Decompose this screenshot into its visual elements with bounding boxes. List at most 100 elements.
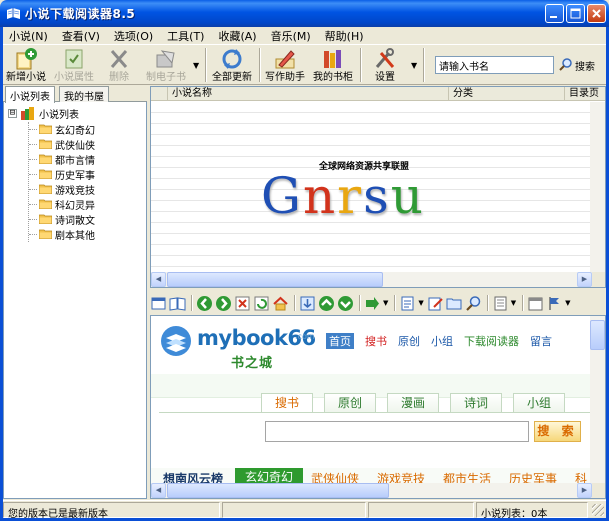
tree-item-scifi[interactable]: 科幻灵异 xyxy=(29,197,95,212)
nav-download-reader[interactable]: 下载阅读器 xyxy=(464,333,519,349)
bookmark-dropdown-arrow-icon[interactable]: ▼ xyxy=(383,299,388,307)
toolbar-separator xyxy=(259,48,261,82)
minimize-button[interactable] xyxy=(545,4,564,23)
open-folder-icon[interactable] xyxy=(446,295,463,312)
delete-button[interactable]: 删除 xyxy=(101,47,137,84)
flag-dropdown-arrow-icon[interactable]: ▼ xyxy=(565,299,570,307)
new-novel-label: 新增小说 xyxy=(6,72,46,83)
web-vscroll-thumb[interactable] xyxy=(590,320,605,350)
settings-label: 设置 xyxy=(375,72,395,83)
flag-icon[interactable] xyxy=(546,295,563,312)
mybook66-logo[interactable]: mybook66 .com 书之城 xyxy=(159,322,329,371)
home-icon[interactable] xyxy=(272,295,289,312)
bookmark-arrow-icon[interactable] xyxy=(364,295,381,312)
left-panel: 小说列表 我的书屋 ⊟ 小说列表 玄幻奇幻 武侠仙侠 都市言情 历史军事 游戏竞… xyxy=(3,86,147,499)
tree-collapse-toggle-icon[interactable]: ⊟ xyxy=(8,108,17,118)
new-novel-button[interactable]: 新增小说 xyxy=(3,47,49,84)
nav-groups[interactable]: 小组 xyxy=(431,333,453,349)
calendar-icon[interactable] xyxy=(527,295,544,312)
download-page-icon[interactable] xyxy=(299,295,316,312)
tree-item-fantasy[interactable]: 玄幻奇幻 xyxy=(29,122,95,137)
make-ebook-button[interactable]: 制电子书 xyxy=(143,47,189,84)
web-scroll-left-arrow-icon[interactable]: ◀ xyxy=(151,483,166,498)
resize-grip-icon[interactable] xyxy=(592,504,604,516)
ebook-dropdown-arrow-icon[interactable]: ▼ xyxy=(193,61,201,70)
refresh-page-icon[interactable] xyxy=(253,295,270,312)
list-vertical-scrollbar[interactable] xyxy=(590,102,605,273)
column-header-toc-page[interactable]: 目录页 xyxy=(565,87,605,101)
menu-tools[interactable]: 工具(T) xyxy=(163,28,208,44)
new-doc-icon[interactable] xyxy=(399,295,416,312)
menu-music[interactable]: 音乐(M) xyxy=(267,28,315,44)
writing-assistant-button[interactable]: 写作助手 xyxy=(262,47,308,84)
web-scroll-right-arrow-icon[interactable]: ▶ xyxy=(577,483,592,498)
web-hscroll-thumb[interactable] xyxy=(167,483,389,498)
tree-item-scripts-other[interactable]: 剧本其他 xyxy=(29,227,95,242)
forward-arrow-icon[interactable] xyxy=(215,295,232,312)
nav-guestbook[interactable]: 留言 xyxy=(530,333,552,349)
tab-my-library[interactable]: 我的书屋 xyxy=(59,86,109,103)
tree-item-gaming[interactable]: 游戏竞技 xyxy=(29,182,95,197)
menu-favorites[interactable]: 收藏(A) xyxy=(214,28,260,44)
maximize-icon xyxy=(570,8,581,19)
my-bookshelf-button[interactable]: 我的书柜 xyxy=(310,47,356,84)
my-bookshelf-label: 我的书柜 xyxy=(313,72,353,83)
search-tab-poetry[interactable]: 诗词 xyxy=(450,393,502,413)
embedded-web-page: mybook66 .com 书之城 首页 搜书 原创 小组 下载阅读器 留言 搜… xyxy=(150,315,606,499)
site-search-button[interactable]: 搜 索 xyxy=(534,421,581,442)
search-tab-comics[interactable]: 漫画 xyxy=(387,393,439,413)
list-scroll-thumb[interactable] xyxy=(167,272,383,287)
down-arrow-icon[interactable] xyxy=(337,295,354,312)
tree-item-history-military[interactable]: 历史军事 xyxy=(29,167,95,182)
mybook66-cloud-icon xyxy=(161,326,191,356)
settings-dropdown-arrow-icon[interactable]: ▼ xyxy=(411,61,419,70)
book-search-button[interactable]: 搜索 xyxy=(559,56,595,74)
scroll-left-arrow-icon[interactable]: ◀ xyxy=(151,272,166,287)
column-header-blank[interactable] xyxy=(151,87,168,101)
back-arrow-icon[interactable] xyxy=(196,295,213,312)
page-view-icon[interactable] xyxy=(492,295,509,312)
column-header-category[interactable]: 分类 xyxy=(449,87,565,101)
settings-button[interactable]: 设置 xyxy=(365,47,405,84)
window-title: 小说下载阅读器8.5 xyxy=(25,7,136,21)
menu-options[interactable]: 选项(O) xyxy=(110,28,157,44)
find-icon[interactable] xyxy=(465,295,482,312)
tree-item-poetry[interactable]: 诗词散文 xyxy=(29,212,95,227)
stop-icon[interactable] xyxy=(234,295,251,312)
books-stack-icon xyxy=(21,107,34,120)
novel-properties-button[interactable]: 小说属性 xyxy=(51,47,97,84)
nav-home[interactable]: 首页 xyxy=(326,333,354,349)
tree-root-item[interactable]: ⊟ 小说列表 xyxy=(8,106,79,121)
search-tab-books[interactable]: 搜书 xyxy=(261,393,313,413)
page-view-dropdown-arrow-icon[interactable]: ▼ xyxy=(511,299,516,307)
maximize-button[interactable] xyxy=(566,4,585,23)
menu-view[interactable]: 查看(V) xyxy=(58,28,104,44)
column-header-name[interactable]: 小说名称 xyxy=(168,87,449,101)
search-tab-groups[interactable]: 小组 xyxy=(513,393,565,413)
site-search-input[interactable] xyxy=(265,421,529,442)
tab-novel-list[interactable]: 小说列表 xyxy=(5,86,55,103)
menu-novel[interactable]: 小说(N) xyxy=(5,28,52,44)
folder-icon xyxy=(39,229,52,239)
update-all-button[interactable]: 全部更新 xyxy=(209,47,255,84)
folder-icon xyxy=(39,124,52,134)
up-arrow-icon[interactable] xyxy=(318,295,335,312)
tree-item-urban-romance[interactable]: 都市言情 xyxy=(29,152,95,167)
list-horizontal-scrollbar[interactable]: ◀ ▶ xyxy=(151,272,605,287)
minimize-icon xyxy=(550,16,557,18)
nav-original[interactable]: 原创 xyxy=(398,333,420,349)
book-search-input[interactable] xyxy=(435,56,554,74)
edit-doc-icon[interactable] xyxy=(427,295,444,312)
nav-search-books[interactable]: 搜书 xyxy=(365,333,387,349)
search-tab-original[interactable]: 原创 xyxy=(324,393,376,413)
scroll-right-arrow-icon[interactable]: ▶ xyxy=(577,272,592,287)
new-window-icon[interactable] xyxy=(150,295,167,312)
web-horizontal-scrollbar[interactable]: ◀ ▶ xyxy=(151,483,605,498)
menu-help[interactable]: 帮助(H) xyxy=(321,28,368,44)
new-doc-dropdown-arrow-icon[interactable]: ▼ xyxy=(418,299,423,307)
title-bar[interactable]: 小说下载阅读器8.5 xyxy=(0,0,609,27)
tree-item-wuxia[interactable]: 武侠仙侠 xyxy=(29,137,95,152)
close-button[interactable] xyxy=(587,4,606,23)
web-vertical-scrollbar[interactable] xyxy=(590,316,605,484)
read-book-icon[interactable] xyxy=(169,295,186,312)
